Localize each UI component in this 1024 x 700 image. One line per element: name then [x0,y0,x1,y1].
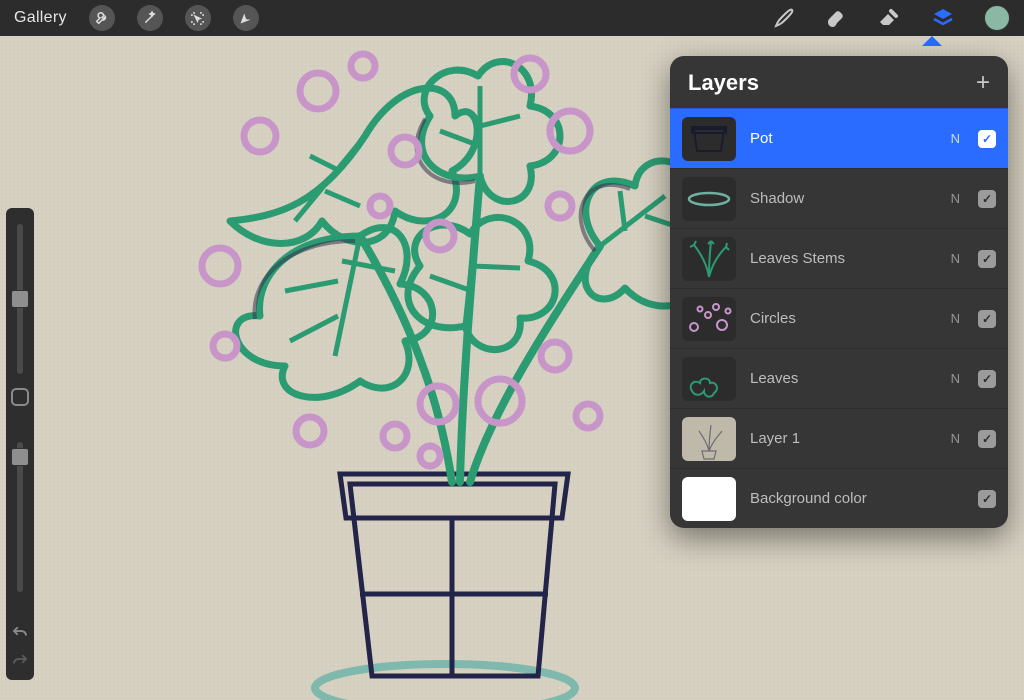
layer-row[interactable]: Background color [670,468,1008,528]
modify-button[interactable] [11,388,29,406]
layers-panel: Layers + PotNShadowNLeaves StemsNCircles… [670,56,1008,528]
layer-blend-mode[interactable]: N [951,431,960,446]
layer-row[interactable]: Leaves N [670,348,1008,408]
layer-row[interactable]: Layer 1 N [670,408,1008,468]
layer-blend-mode[interactable]: N [951,251,960,266]
eraser-icon[interactable] [876,6,902,30]
layer-blend-mode[interactable]: N [951,371,960,386]
layer-name: Circles [750,310,937,327]
selection-icon[interactable] [185,5,211,31]
layers-icon[interactable] [930,6,956,30]
layer-blend-mode[interactable]: N [951,131,960,146]
layer-visibility-checkbox[interactable] [978,370,996,388]
layer-thumbnail[interactable] [682,297,736,341]
layer-name: Leaves Stems [750,250,937,267]
layer-visibility-checkbox[interactable] [978,250,996,268]
slider-thumb[interactable] [11,290,29,308]
brush-icon[interactable] [772,6,796,30]
layer-thumbnail[interactable] [682,417,736,461]
layer-name: Pot [750,130,937,147]
gallery-button[interactable]: Gallery [14,9,67,27]
layer-name: Shadow [750,190,937,207]
color-swatch[interactable] [984,5,1010,31]
undo-icon[interactable] [11,624,29,638]
layer-blend-mode[interactable]: N [951,191,960,206]
layer-name: Layer 1 [750,430,937,447]
layer-blend-mode[interactable]: N [951,311,960,326]
layer-visibility-checkbox[interactable] [978,430,996,448]
layer-name: Background color [750,490,964,507]
layer-row[interactable]: Leaves Stems N [670,228,1008,288]
layer-visibility-checkbox[interactable] [978,310,996,328]
layer-thumbnail[interactable] [682,117,736,161]
layer-visibility-checkbox[interactable] [978,130,996,148]
left-sidebar [6,208,34,680]
layer-visibility-checkbox[interactable] [978,190,996,208]
layer-row[interactable]: Pot N [670,108,1008,168]
artwork [60,36,760,700]
layer-thumbnail[interactable] [682,237,736,281]
add-layer-button[interactable]: + [976,71,990,95]
layer-row[interactable]: Circles N [670,288,1008,348]
redo-icon[interactable] [11,652,29,666]
popover-arrow [922,36,942,46]
layer-name: Leaves [750,370,937,387]
layer-visibility-checkbox[interactable] [978,490,996,508]
layer-thumbnail[interactable] [682,177,736,221]
slider-thumb[interactable] [11,448,29,466]
smudge-icon[interactable] [824,6,848,30]
transform-arrow-icon[interactable] [233,5,259,31]
adjustments-wand-icon[interactable] [137,5,163,31]
brush-opacity-slider[interactable] [17,442,23,592]
layer-row[interactable]: Shadow N [670,168,1008,228]
layer-thumbnail[interactable] [682,477,736,521]
layers-panel-title: Layers [688,70,759,96]
top-toolbar: Gallery [0,0,1024,36]
brush-size-slider[interactable] [17,224,23,374]
layer-thumbnail[interactable] [682,357,736,401]
actions-wrench-icon[interactable] [89,5,115,31]
